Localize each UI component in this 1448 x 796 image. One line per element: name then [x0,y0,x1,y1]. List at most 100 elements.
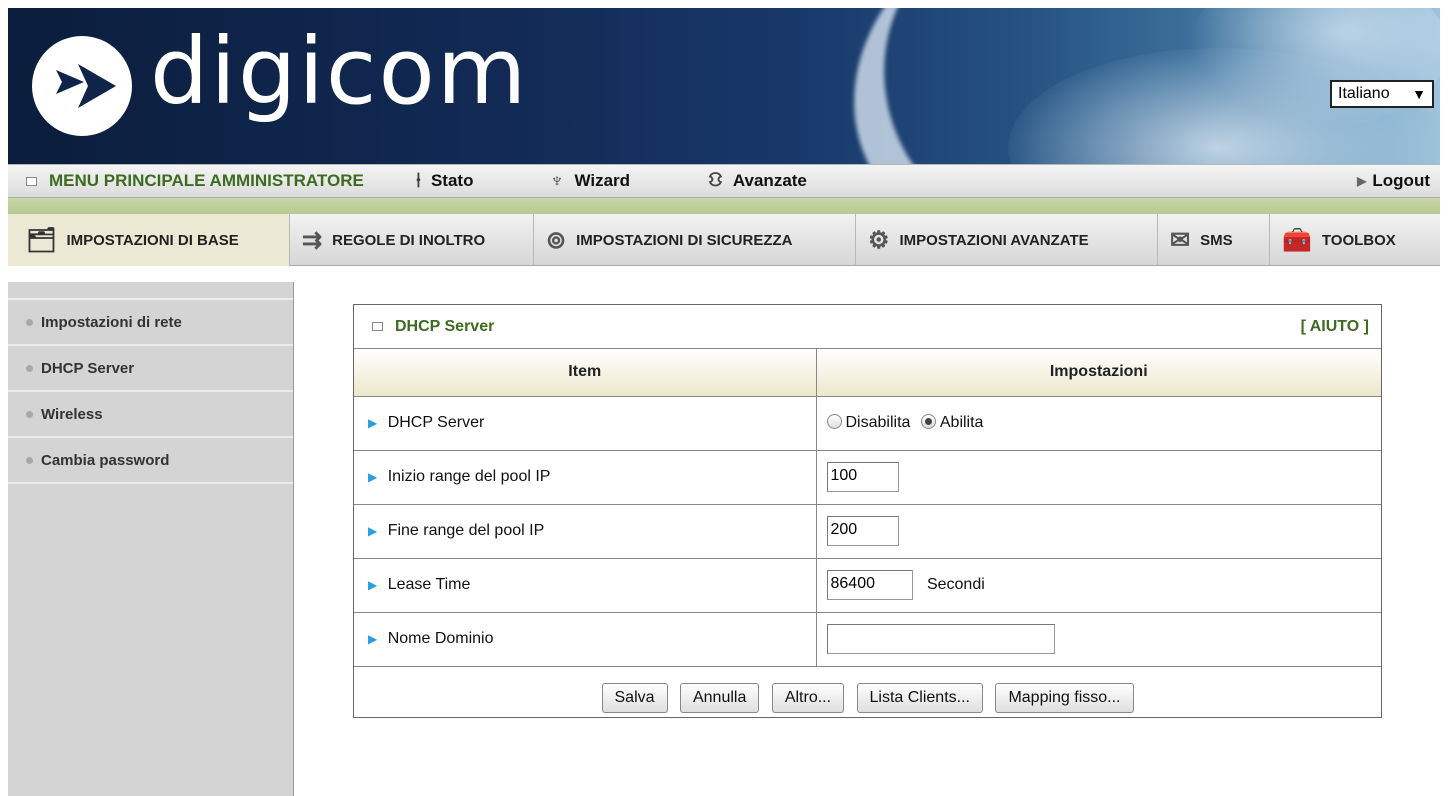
table-row: ▶ Inizio range del pool IP 100 [354,450,1381,505]
row-label-cell: ▶ Lease Time [354,558,817,613]
more-button[interactable]: Altro... [771,683,845,714]
admin-menu-title[interactable]: MENU PRINCIPALE AMMINISTRATORE [49,171,364,191]
logout-link[interactable]: ▶ Logout [1357,171,1430,191]
arrow-right-icon: ▶ [368,578,378,592]
wizard-icon: ♆ [549,169,565,192]
enable-radio-label: Abilita [939,414,984,431]
panel-header: DHCP Server [ AIUTO ] [354,305,1381,349]
folder-icon: 🗂 [26,226,57,254]
menu-divider [8,198,1440,214]
toolbox-icon: 🧰 [1282,226,1312,254]
settings-table: Item Impostazioni ▶ DHCP Server Disabili… [354,349,1381,730]
sidebar-item-cambia-password[interactable]: Cambia password [8,438,293,484]
dhcp-server-label: DHCP Server [387,414,485,431]
dhcp-settings-panel: DHCP Server [ AIUTO ] Item Impostazioni … [353,304,1382,718]
nav-stato[interactable]: ⍿ Stato [416,170,474,193]
advanced-icon: ⛻ [708,168,723,191]
logout-label: Logout [1372,171,1430,190]
tab-label: REGOLE DI INOLTRO [332,231,486,249]
table-header-row: Item Impostazioni [354,349,1381,397]
bullet-icon [26,318,33,326]
table-row: ▶ Lease Time 86400 Secondi [354,558,1381,613]
help-link[interactable]: [ AIUTO ] [1301,318,1369,336]
table-row: ▶ Fine range del pool IP 200 [354,504,1381,559]
disable-radio-label: Disabilita [845,414,911,431]
person-icon: ⍿ [415,169,421,192]
nav-wizard[interactable]: ♆ Wizard [549,170,630,193]
sidebar-item-label: DHCP Server [41,359,135,377]
panel-title: DHCP Server [395,317,495,335]
envelope-icon: ✉ [1170,226,1191,254]
table-row: ▶ DHCP Server Disabilita Abilita [354,396,1381,451]
tab-impostazioni-sicurezza[interactable]: ⊚ IMPOSTAZIONI DI SICUREZZA [534,214,856,266]
row-value-cell: 100 [816,450,1381,505]
sidebar-item-label: Impostazioni di rete [41,313,182,331]
tab-label: IMPOSTAZIONI AVANZATE [899,231,1089,249]
main-tab-bar: 🗂 IMPOSTAZIONI DI BASE ⇉ REGOLE DI INOLT… [8,214,1440,266]
digicom-logo-icon [32,36,132,136]
lock-ring-icon: ⊚ [546,226,567,254]
nav-stato-label: Stato [430,171,474,190]
static-mapping-button[interactable]: Mapping fisso... [995,683,1134,714]
forward-arrows-icon: ⇉ [302,226,323,254]
language-selected: Italiano [1338,85,1390,102]
arrow-right-icon: ▶ [368,632,378,646]
tab-label: SMS [1200,231,1233,249]
tab-sms[interactable]: ✉ SMS [1158,214,1270,266]
client-list-button[interactable]: Lista Clients... [856,683,983,714]
column-header-item: Item [354,349,817,397]
row-value-cell [816,612,1381,667]
bullet-icon [26,410,33,418]
chevron-down-icon: ▼ [1412,86,1426,102]
row-value-cell: 200 [816,504,1381,559]
admin-menu-bar: MENU PRINCIPALE AMMINISTRATORE ⍿ Stato ♆… [8,164,1440,198]
bullet-icon [26,456,33,464]
button-row: Salva Annulla Altro... Lista Clients... … [354,666,1381,730]
language-select[interactable]: Italiano ▼ [1330,80,1434,108]
row-label-cell: ▶ DHCP Server [354,396,817,451]
cancel-button[interactable]: Annulla [679,683,760,714]
arrow-right-icon: ▶ [368,470,378,484]
tab-regole-inoltro[interactable]: ⇉ REGOLE DI INOLTRO [290,214,534,266]
sidebar-item-label: Cambia password [41,451,170,469]
column-header-settings: Impostazioni [816,349,1381,397]
bullet-icon [26,364,33,372]
sidebar-item-wireless[interactable]: Wireless [8,392,293,438]
sidebar-item-impostazioni-rete[interactable]: Impostazioni di rete [8,300,293,346]
tab-impostazioni-base[interactable]: 🗂 IMPOSTAZIONI DI BASE [8,214,290,266]
square-bullet-icon [26,176,37,186]
save-button[interactable]: Salva [601,683,668,714]
arrow-right-icon: ▶ [1357,174,1367,188]
square-bullet-icon [372,322,383,331]
table-row: ▶ Nome Dominio [354,612,1381,667]
header-banner: digicom Italiano ▼ [8,8,1440,164]
sidebar-item-dhcp-server[interactable]: DHCP Server [8,346,293,392]
lease-time-unit: Secondi [926,576,985,594]
pool-start-label: Inizio range del pool IP [387,468,551,485]
nav-wizard-label: Wizard [574,171,631,190]
brand-name: digicom [150,18,529,125]
pool-start-input[interactable]: 100 [826,462,899,492]
tab-label: IMPOSTAZIONI DI SICUREZZA [576,231,793,249]
router-admin-page: digicom Italiano ▼ MENU PRINCIPALE AMMIN… [0,0,1448,796]
sidebar-item-label: Wireless [41,405,103,423]
tab-toolbox[interactable]: 🧰 TOOLBOX [1270,214,1440,266]
advanced-gear-icon: ⚙ [868,226,890,254]
tab-label: IMPOSTAZIONI DI BASE [66,231,239,249]
row-label-cell: ▶ Nome Dominio [354,612,817,667]
button-cell: Salva Annulla Altro... Lista Clients... … [354,666,1381,730]
nav-avanzate-label: Avanzate [732,171,807,190]
lease-time-input[interactable]: 86400 [826,570,913,600]
sidebar-top-spacer [8,282,293,300]
row-label-cell: ▶ Fine range del pool IP [354,504,817,559]
tab-impostazioni-avanzate[interactable]: ⚙ IMPOSTAZIONI AVANZATE [856,214,1158,266]
domain-name-input[interactable] [826,624,1055,654]
pool-end-input[interactable]: 200 [826,516,899,546]
lease-time-label: Lease Time [387,576,471,593]
row-label-cell: ▶ Inizio range del pool IP [354,450,817,505]
nav-avanzate[interactable]: ⛻ Avanzate [708,169,807,194]
disable-radio[interactable] [826,414,842,429]
enable-radio[interactable] [920,414,936,429]
row-value-cell: Disabilita Abilita [816,396,1381,451]
arrow-right-icon: ▶ [368,524,378,538]
